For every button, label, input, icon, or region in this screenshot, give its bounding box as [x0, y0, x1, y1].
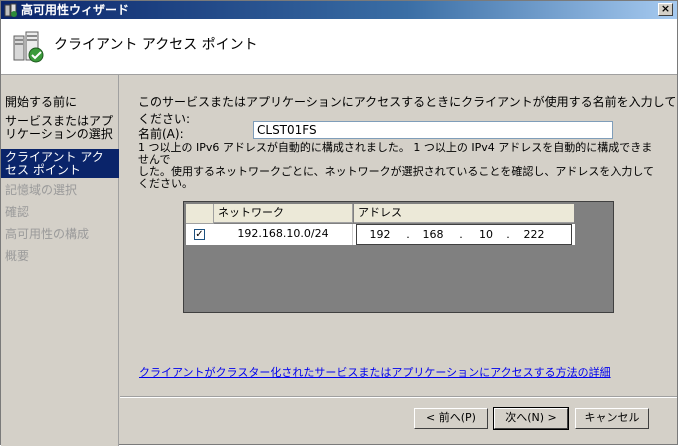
- back-button[interactable]: < 前へ(P): [414, 408, 488, 429]
- table-row: ✓ 192.168.10.0/24 192 . 168 . 10 . 222: [186, 224, 575, 245]
- sidebar-item-confirmation: 確認: [1, 206, 119, 219]
- close-icon: ×: [660, 2, 671, 15]
- sidebar-item-configure-ha: 高可用性の構成: [1, 228, 119, 241]
- button-separator: [120, 396, 677, 398]
- ip-dot: .: [406, 228, 410, 241]
- sidebar-item-label: 概要: [5, 249, 30, 263]
- column-header-network: ネットワーク: [214, 204, 353, 223]
- window-title: 高可用性ウィザード: [21, 3, 130, 17]
- wizard-content: このサービスまたはアプリケーションにアクセスするときにクライアントが使用する名前…: [120, 75, 677, 446]
- window-app-icon: [4, 3, 17, 17]
- sidebar-item-label: 開始する前に: [5, 95, 78, 109]
- ip-dot: .: [459, 228, 463, 241]
- ip-octet-2[interactable]: 168: [414, 225, 452, 244]
- next-button[interactable]: 次へ(N) >: [493, 407, 569, 430]
- sidebar-item-label: 確認: [5, 205, 30, 219]
- sidebar-item-summary: 概要: [1, 250, 119, 263]
- note-line: した。使用するネットワークごとに、ネットワークが選択されていることを確認し、アド…: [138, 165, 655, 190]
- ip-dot: .: [506, 228, 510, 241]
- checkmark-icon: ✓: [195, 229, 204, 240]
- ip-octet-1[interactable]: 192: [361, 225, 399, 244]
- column-header-select: [186, 204, 214, 224]
- sidebar-item-label: クライアント アクセス ポイント: [5, 150, 104, 177]
- wizard-header: クライアント アクセス ポイント: [1, 19, 677, 75]
- sidebar-item-client-access-point[interactable]: クライアント アクセス ポイント: [1, 149, 119, 178]
- name-label: 名前(A):: [138, 127, 184, 141]
- sidebar-item-select-storage: 記憶域の選択: [1, 184, 119, 197]
- wizard-servers-icon: [13, 31, 44, 63]
- sidebar-item-select-service[interactable]: サービスまたはアプリケーションの選択: [1, 115, 119, 141]
- cancel-button[interactable]: キャンセル: [575, 408, 649, 429]
- sidebar-item-label: 記憶域の選択: [5, 183, 78, 197]
- ip-configuration-note: 1 つ以上の IPv6 アドレスが自動的に構成されました。 1 つ以上の IPv…: [138, 142, 658, 190]
- name-input[interactable]: CLST01FS: [253, 121, 613, 139]
- help-link[interactable]: クライアントがクラスター化されたサービスまたはアプリケーションにアクセスする方法…: [139, 364, 611, 380]
- title-bar[interactable]: 高可用性ウィザード ×: [1, 1, 677, 19]
- note-line: 1 つ以上の IPv6 アドレスが自動的に構成されました。 1 つ以上の IPv…: [138, 141, 653, 166]
- wizard-steps-sidebar: 開始する前に サービスまたはアプリケーションの選択 クライアント アクセス ポイ…: [1, 75, 119, 446]
- sidebar-item-label: サービスまたはアプリケーションの選択: [5, 114, 114, 141]
- column-header-address: アドレス: [354, 204, 574, 223]
- wizard-window: 高可用性ウィザード × クライアント アクセス ポイント 開始する前に サービス…: [0, 0, 678, 446]
- page-title: クライアント アクセス ポイント: [54, 37, 258, 53]
- sidebar-item-before-you-begin[interactable]: 開始する前に: [1, 96, 119, 109]
- network-address-grid: ネットワーク アドレス ✓ 192.168.10.0/24 192 . 168 …: [183, 201, 614, 313]
- ip-octet-4[interactable]: 222: [515, 225, 553, 244]
- network-checkbox[interactable]: ✓: [194, 229, 205, 240]
- sidebar-item-label: 高可用性の構成: [5, 227, 90, 241]
- ip-octet-3[interactable]: 10: [467, 225, 505, 244]
- network-cell: 192.168.10.0/24: [214, 224, 353, 245]
- close-button[interactable]: ×: [658, 3, 673, 16]
- ip-address-input[interactable]: 192 . 168 . 10 . 222: [356, 224, 572, 245]
